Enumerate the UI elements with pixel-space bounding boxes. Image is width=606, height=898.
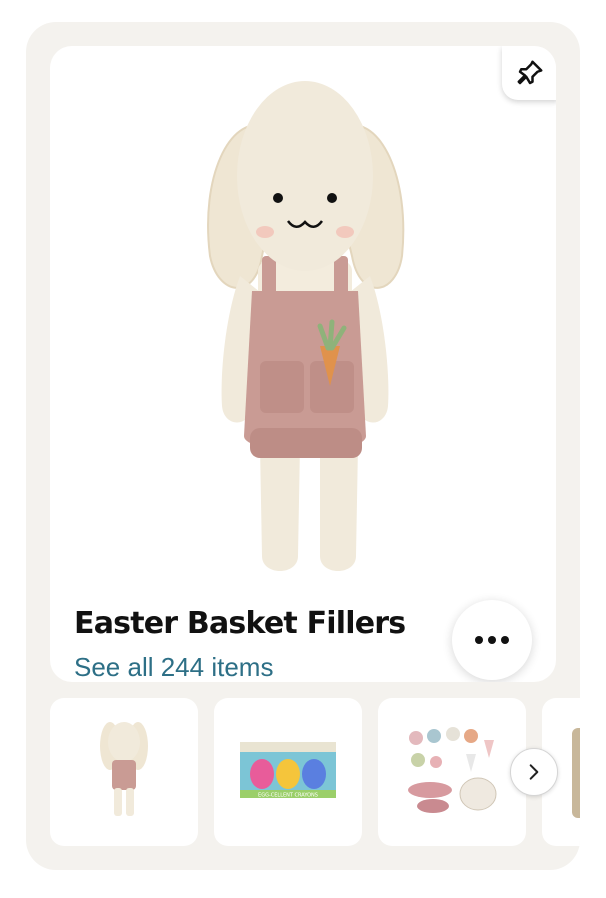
hero-image <box>207 81 405 571</box>
crayon-box-label: EGG-CELLENT CRAYONS <box>258 793 318 799</box>
pin-icon <box>517 60 543 85</box>
collection-card: Easter Basket Fillers See all 244 items <box>26 22 580 870</box>
thumbnail-image: EGG-CELLENT CRAYONS <box>240 742 336 799</box>
thumbnail-image <box>408 727 497 813</box>
chevron-right-icon <box>529 764 539 780</box>
more-options-button[interactable] <box>452 600 532 680</box>
carousel-next-button[interactable] <box>510 748 558 796</box>
hero-card[interactable]: Easter Basket Fillers See all 244 items <box>50 46 556 682</box>
thumbnail-image <box>100 722 148 816</box>
pin-button[interactable] <box>502 46 556 100</box>
thumbnail-ice-cream-set[interactable] <box>378 698 526 846</box>
see-all-link[interactable]: See all 244 items <box>74 652 273 682</box>
thumbnail-egg-crayons[interactable]: EGG-CELLENT CRAYONS <box>214 698 362 846</box>
thumbnail-bunny-doll[interactable] <box>50 698 198 846</box>
more-options-icon <box>475 636 509 644</box>
collection-title: Easter Basket Fillers <box>74 606 406 641</box>
